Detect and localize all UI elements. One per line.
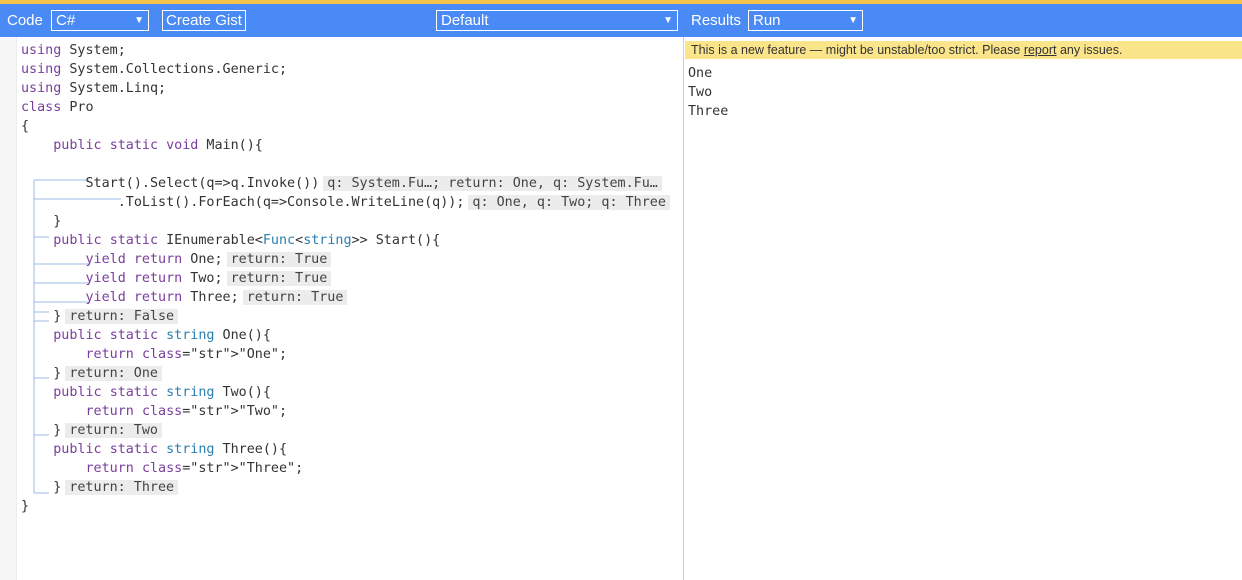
- code-text: {: [21, 119, 30, 134]
- code-text: }: [21, 366, 62, 381]
- code-text: public static IEnumerable<Func<string>> …: [53, 233, 441, 248]
- code-line[interactable]: } return: One: [21, 364, 162, 383]
- code-line[interactable]: public static IEnumerable<Func<string>> …: [21, 231, 440, 250]
- inline-value-annotation: q: System.Fu…; return: One, q: System.Fu…: [323, 176, 662, 191]
- inline-value-annotation: q: One, q: Two; q: Three: [468, 195, 670, 210]
- code-line[interactable]: using System.Collections.Generic;: [21, 60, 287, 79]
- code-line[interactable]: using System;: [21, 41, 126, 60]
- code-line[interactable]: return class="str">"Three";: [21, 459, 304, 478]
- code-text: class Pro: [21, 100, 94, 115]
- result-line: Two: [688, 85, 713, 100]
- code-text: using System.Linq;: [21, 81, 167, 96]
- code-line[interactable]: public static string One(){: [21, 326, 271, 345]
- code-line[interactable]: yield return One; return: True: [21, 250, 332, 269]
- language-select[interactable]: C# ▼: [51, 10, 149, 31]
- result-line: Three: [688, 104, 729, 119]
- code-text: }: [21, 423, 62, 438]
- code-label: Code: [7, 12, 43, 29]
- code-line[interactable]: {: [21, 117, 29, 136]
- run-mode-value: Run: [753, 12, 781, 29]
- code-line[interactable]: return class="str">"Two";: [21, 402, 288, 421]
- code-line[interactable]: public static string Two(){: [21, 383, 271, 402]
- code-text: return class="str">"Three";: [85, 461, 304, 476]
- mode-value: Default: [441, 12, 489, 29]
- dropdown-arrow-icon: ▼: [134, 15, 144, 26]
- inline-value-annotation: return: One: [65, 366, 162, 381]
- code-line[interactable]: } return: False: [21, 307, 179, 326]
- inline-value-annotation: return: True: [242, 290, 348, 305]
- banner-text: This is a new feature — might be unstabl…: [691, 43, 1024, 57]
- code-text: public static string Three(){: [53, 442, 288, 457]
- inline-value-annotation: return: Three: [65, 480, 179, 495]
- code-text: yield return Two;: [85, 271, 223, 286]
- code-text: using System.Collections.Generic;: [21, 62, 288, 77]
- code-text: public static void Main(){: [53, 138, 263, 153]
- code-text: }: [21, 309, 62, 324]
- code-text: yield return One;: [85, 252, 223, 267]
- feature-banner: This is a new feature — might be unstabl…: [685, 41, 1242, 59]
- code-text: }: [21, 480, 62, 495]
- code-text: Start().Select(q=>q.Invoke()): [21, 176, 320, 191]
- report-link[interactable]: report: [1024, 43, 1057, 57]
- code-line[interactable]: }: [21, 212, 61, 231]
- results-label: Results: [691, 12, 742, 29]
- run-mode-select[interactable]: Run ▼: [748, 10, 863, 31]
- create-gist-button[interactable]: Create Gist: [162, 10, 246, 31]
- inline-value-annotation: return: False: [65, 309, 179, 324]
- code-editor[interactable]: using System; using System.Collections.Ge…: [21, 41, 683, 580]
- mode-select[interactable]: Default ▼: [436, 10, 678, 31]
- pane-divider[interactable]: [683, 37, 684, 580]
- code-text: return class="str">"Two";: [85, 404, 288, 419]
- code-text: public static string Two(){: [53, 385, 271, 400]
- code-line[interactable]: Start().Select(q=>q.Invoke()) q: System.F…: [21, 174, 662, 193]
- result-line: One: [688, 66, 713, 81]
- code-line[interactable]: }: [21, 497, 29, 516]
- code-line[interactable]: return class="str">"One";: [21, 345, 288, 364]
- code-line[interactable]: } return: Three: [21, 478, 179, 497]
- code-line[interactable]: yield return Two; return: True: [21, 269, 332, 288]
- code-text: }: [21, 499, 30, 514]
- inline-value-annotation: return: True: [226, 271, 332, 286]
- code-text: using System;: [21, 43, 126, 58]
- editor-gutter: [0, 37, 17, 580]
- code-line[interactable]: public static string Three(){: [21, 440, 287, 459]
- dropdown-arrow-icon: ▼: [663, 15, 673, 26]
- code-text: public static string One(){: [53, 328, 271, 343]
- code-text: .ToList().ForEach(q=>Console.WriteLine(q…: [21, 195, 465, 210]
- code-line[interactable]: using System.Linq;: [21, 79, 166, 98]
- code-text: yield return Three;: [85, 290, 239, 305]
- code-line[interactable]: .ToList().ForEach(q=>Console.WriteLine(q…: [21, 193, 670, 212]
- code-text: }: [21, 214, 62, 229]
- code-text: return class="str">"One";: [85, 347, 288, 362]
- language-value: C#: [56, 12, 76, 29]
- code-line[interactable]: class Pro: [21, 98, 94, 117]
- toolbar: Code C# ▼ Create Gist Default ▼ Results …: [0, 4, 1242, 37]
- banner-text-end: any issues.: [1056, 43, 1123, 57]
- code-line[interactable]: } return: Two: [21, 421, 162, 440]
- inline-value-annotation: return: Two: [65, 423, 162, 438]
- code-line[interactable]: yield return Three; return: True: [21, 288, 348, 307]
- code-line[interactable]: public static void Main(){: [21, 136, 263, 155]
- inline-value-annotation: return: True: [226, 252, 332, 267]
- dropdown-arrow-icon: ▼: [848, 15, 858, 26]
